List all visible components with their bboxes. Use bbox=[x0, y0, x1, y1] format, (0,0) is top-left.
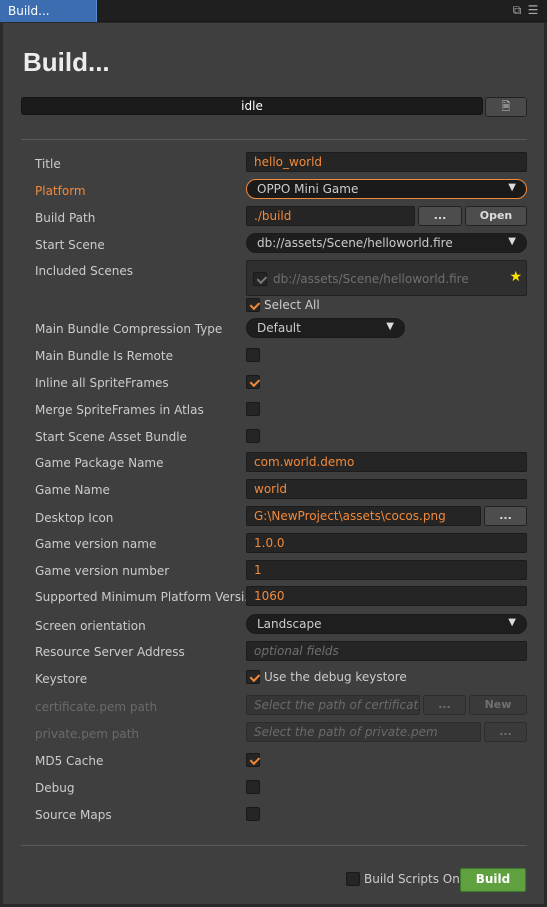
debug-label: Debug bbox=[35, 781, 75, 795]
resource-server-label: Resource Server Address bbox=[35, 645, 185, 659]
certificate-input[interactable]: Select the path of certificate.p bbox=[246, 695, 420, 715]
platform-value: OPPO Mini Game bbox=[257, 182, 359, 196]
private-pem-label: private.pem path bbox=[35, 727, 140, 741]
version-number-label: Game version number bbox=[35, 564, 170, 578]
start-scene-label: Start Scene bbox=[35, 238, 105, 252]
title-input[interactable]: hello_world bbox=[246, 152, 527, 172]
menu-icon[interactable]: ☰ bbox=[525, 3, 541, 17]
select-all-label: Select All bbox=[264, 298, 320, 312]
orientation-label: Screen orientation bbox=[35, 619, 146, 633]
start-scene-bundle-label: Start Scene Asset Bundle bbox=[35, 430, 187, 444]
debug-checkbox[interactable] bbox=[246, 780, 260, 794]
desktop-icon-label: Desktop Icon bbox=[35, 511, 114, 525]
restore-icon[interactable]: ⧉ bbox=[509, 3, 525, 18]
start-scene-value: db://assets/Scene/helloworld.fire bbox=[257, 236, 453, 250]
star-icon: ★ bbox=[509, 269, 522, 285]
build-panel: Build... idle 🗎 Title hello_world Platfo… bbox=[2, 22, 545, 905]
build-path-browse-button[interactable]: ... bbox=[418, 206, 462, 226]
divider bbox=[21, 845, 527, 846]
open-build-path-button[interactable]: Open bbox=[465, 206, 527, 226]
package-name-label: Game Package Name bbox=[35, 456, 164, 470]
included-scenes-label: Included Scenes bbox=[35, 264, 133, 278]
version-number-input[interactable]: 1 bbox=[246, 560, 527, 580]
private-pem-browse-button[interactable]: ... bbox=[484, 722, 527, 742]
compression-select[interactable]: Default ▼ bbox=[246, 318, 405, 338]
inline-sprites-checkbox[interactable] bbox=[246, 375, 260, 389]
chevron-down-icon: ▼ bbox=[386, 321, 394, 332]
debug-keystore-checkbox[interactable] bbox=[246, 670, 260, 684]
version-name-input[interactable]: 1.0.0 bbox=[246, 533, 527, 553]
desktop-icon-input[interactable]: G:\NewProject\assets\cocos.png bbox=[246, 506, 481, 526]
platform-select[interactable]: OPPO Mini Game ▼ bbox=[246, 179, 527, 199]
build-scripts-only-checkbox[interactable] bbox=[346, 872, 360, 886]
md5-cache-label: MD5 Cache bbox=[35, 754, 104, 768]
start-scene-bundle-checkbox[interactable] bbox=[246, 429, 260, 443]
compression-value: Default bbox=[257, 321, 301, 335]
scene-checkbox bbox=[253, 272, 267, 286]
platform-label: Platform bbox=[35, 184, 86, 198]
md5-cache-checkbox[interactable] bbox=[246, 753, 260, 767]
min-platform-input[interactable]: 1060 bbox=[246, 586, 527, 606]
source-maps-checkbox[interactable] bbox=[246, 807, 260, 821]
chevron-down-icon: ▼ bbox=[508, 182, 516, 193]
start-scene-select[interactable]: db://assets/Scene/helloworld.fire ▼ bbox=[246, 233, 527, 253]
game-name-input[interactable]: world bbox=[246, 479, 527, 499]
version-name-label: Game version name bbox=[35, 537, 157, 551]
private-pem-input[interactable]: Select the path of private.pem bbox=[246, 722, 481, 742]
merge-sprites-label: Merge SpriteFrames in Atlas bbox=[35, 403, 204, 417]
inline-sprites-label: Inline all SpriteFrames bbox=[35, 376, 169, 390]
open-log-button[interactable]: 🗎 bbox=[485, 97, 527, 117]
tab-bar: Build... ⧉ ☰ bbox=[0, 0, 547, 22]
keystore-label: Keystore bbox=[35, 672, 88, 686]
file-icon: 🗎 bbox=[501, 100, 511, 113]
build-scripts-only-label: Build Scripts Only bbox=[364, 872, 471, 886]
build-progress-bar: idle bbox=[21, 97, 483, 115]
build-path-label: Build Path bbox=[35, 211, 96, 225]
certificate-new-button[interactable]: New bbox=[469, 695, 527, 715]
bundle-remote-label: Main Bundle Is Remote bbox=[35, 349, 173, 363]
orientation-select[interactable]: Landscape ▼ bbox=[246, 614, 527, 634]
desktop-icon-browse-button[interactable]: ... bbox=[484, 506, 527, 526]
select-all-checkbox[interactable] bbox=[246, 298, 260, 312]
certificate-browse-button[interactable]: ... bbox=[423, 695, 466, 715]
package-name-input[interactable]: com.world.demo bbox=[246, 452, 527, 472]
title-label: Title bbox=[35, 157, 61, 171]
game-name-label: Game Name bbox=[35, 483, 110, 497]
merge-sprites-checkbox[interactable] bbox=[246, 402, 260, 416]
scene-path: db://assets/Scene/helloworld.fire bbox=[273, 272, 469, 286]
build-button[interactable]: Build bbox=[460, 868, 526, 892]
debug-keystore-label: Use the debug keystore bbox=[264, 670, 407, 684]
page-title: Build... bbox=[23, 47, 110, 77]
build-path-input[interactable]: ./build bbox=[246, 206, 415, 226]
divider bbox=[21, 139, 527, 140]
certificate-label: certificate.pem path bbox=[35, 700, 158, 714]
compression-label: Main Bundle Compression Type bbox=[35, 322, 223, 336]
bundle-remote-checkbox[interactable] bbox=[246, 348, 260, 362]
resource-server-input[interactable]: optional fields bbox=[246, 641, 527, 661]
orientation-value: Landscape bbox=[257, 617, 322, 631]
chevron-down-icon: ▼ bbox=[508, 617, 516, 628]
tab-icons: ⧉ ☰ bbox=[509, 3, 541, 18]
source-maps-label: Source Maps bbox=[35, 808, 112, 822]
chevron-down-icon: ▼ bbox=[508, 236, 516, 247]
included-scenes-list: db://assets/Scene/helloworld.fire ★ bbox=[246, 260, 527, 296]
min-platform-label: Supported Minimum Platform Versi... bbox=[35, 590, 256, 604]
tab-build[interactable]: Build... bbox=[0, 0, 97, 22]
